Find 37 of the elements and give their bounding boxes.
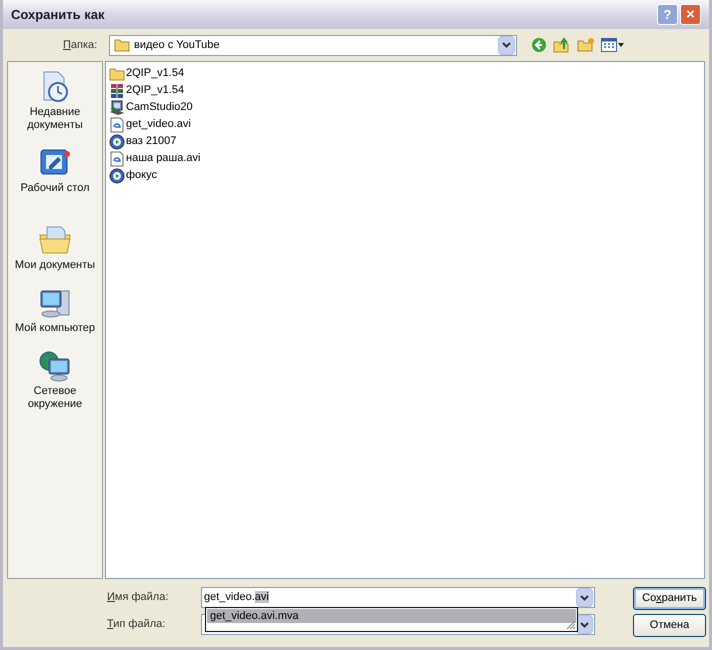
window-title: Сохранить как [11,6,104,24]
program-icon [109,100,125,116]
back-icon[interactable] [531,37,547,53]
places-item[interactable]: Недавние документы [9,70,101,132]
views-menu-icon[interactable] [601,38,624,52]
document-icon [110,150,124,166]
up-folder-icon[interactable] [553,37,571,53]
disc-icon [109,134,125,150]
file-name-field[interactable]: get_video.avi [201,587,595,608]
document-icon [110,116,124,132]
close-button[interactable]: × [680,4,701,25]
file-type-label: Тип файла: [107,617,166,632]
file-name-dropdown-button[interactable] [576,588,593,607]
file-item[interactable]: 2QIP_v1.54 [109,65,701,82]
file-item[interactable]: 2QIP_v1.54 [109,82,701,99]
suggestion-item[interactable]: get_video.avi.mva [207,609,576,623]
places-item[interactable]: Сетевое окружение [9,349,101,411]
folder-dropdown[interactable]: видео с YouTube [109,34,517,56]
places-item[interactable]: Мои документы [9,223,101,272]
file-item[interactable]: get_video.avi [109,116,701,133]
cancel-button[interactable]: Отмена [633,614,706,637]
places-item[interactable]: Рабочий стол [9,146,101,195]
folder-dropdown-button[interactable] [498,36,515,54]
places-item[interactable]: Мой компьютер [9,286,101,335]
file-item[interactable]: CamStudio20 [109,99,701,116]
disc-icon [109,168,125,184]
file-item[interactable]: ваз 21007 [109,133,701,150]
save-button[interactable]: Сохранить [633,587,706,610]
file-name-label: Имя файла: [107,590,170,606]
folder-label: Папка: [63,38,98,53]
archive-icon [109,82,125,98]
folder-icon [114,38,130,52]
folder-icon [109,66,125,80]
network-computer-icon [38,349,72,383]
file-item[interactable]: фокус [109,167,701,184]
file-item[interactable]: наша раша.avi [109,150,701,167]
resize-grip-icon [566,620,576,630]
